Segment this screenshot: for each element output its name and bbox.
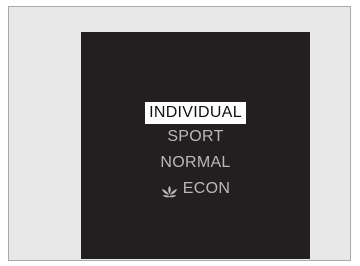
mode-item-sport[interactable]: SPORT — [167, 124, 223, 150]
mode-item-normal[interactable]: NORMAL — [160, 150, 230, 176]
drive-mode-menu: INDIVIDUAL SPORT NORMAL ECON — [81, 100, 310, 202]
display-screen: INDIVIDUAL SPORT NORMAL ECON — [81, 32, 310, 259]
mode-label-normal: NORMAL — [160, 154, 231, 171]
mode-item-econ[interactable]: ECON — [161, 176, 230, 202]
econ-leaf-icon — [161, 182, 178, 198]
mode-label-econ: ECON — [182, 180, 231, 197]
mode-label-individual: INDIVIDUAL — [149, 104, 242, 121]
figure-frame: INDIVIDUAL SPORT NORMAL ECON — [8, 6, 351, 261]
mode-item-individual[interactable]: INDIVIDUAL — [145, 102, 246, 124]
mode-label-sport: SPORT — [167, 128, 224, 145]
